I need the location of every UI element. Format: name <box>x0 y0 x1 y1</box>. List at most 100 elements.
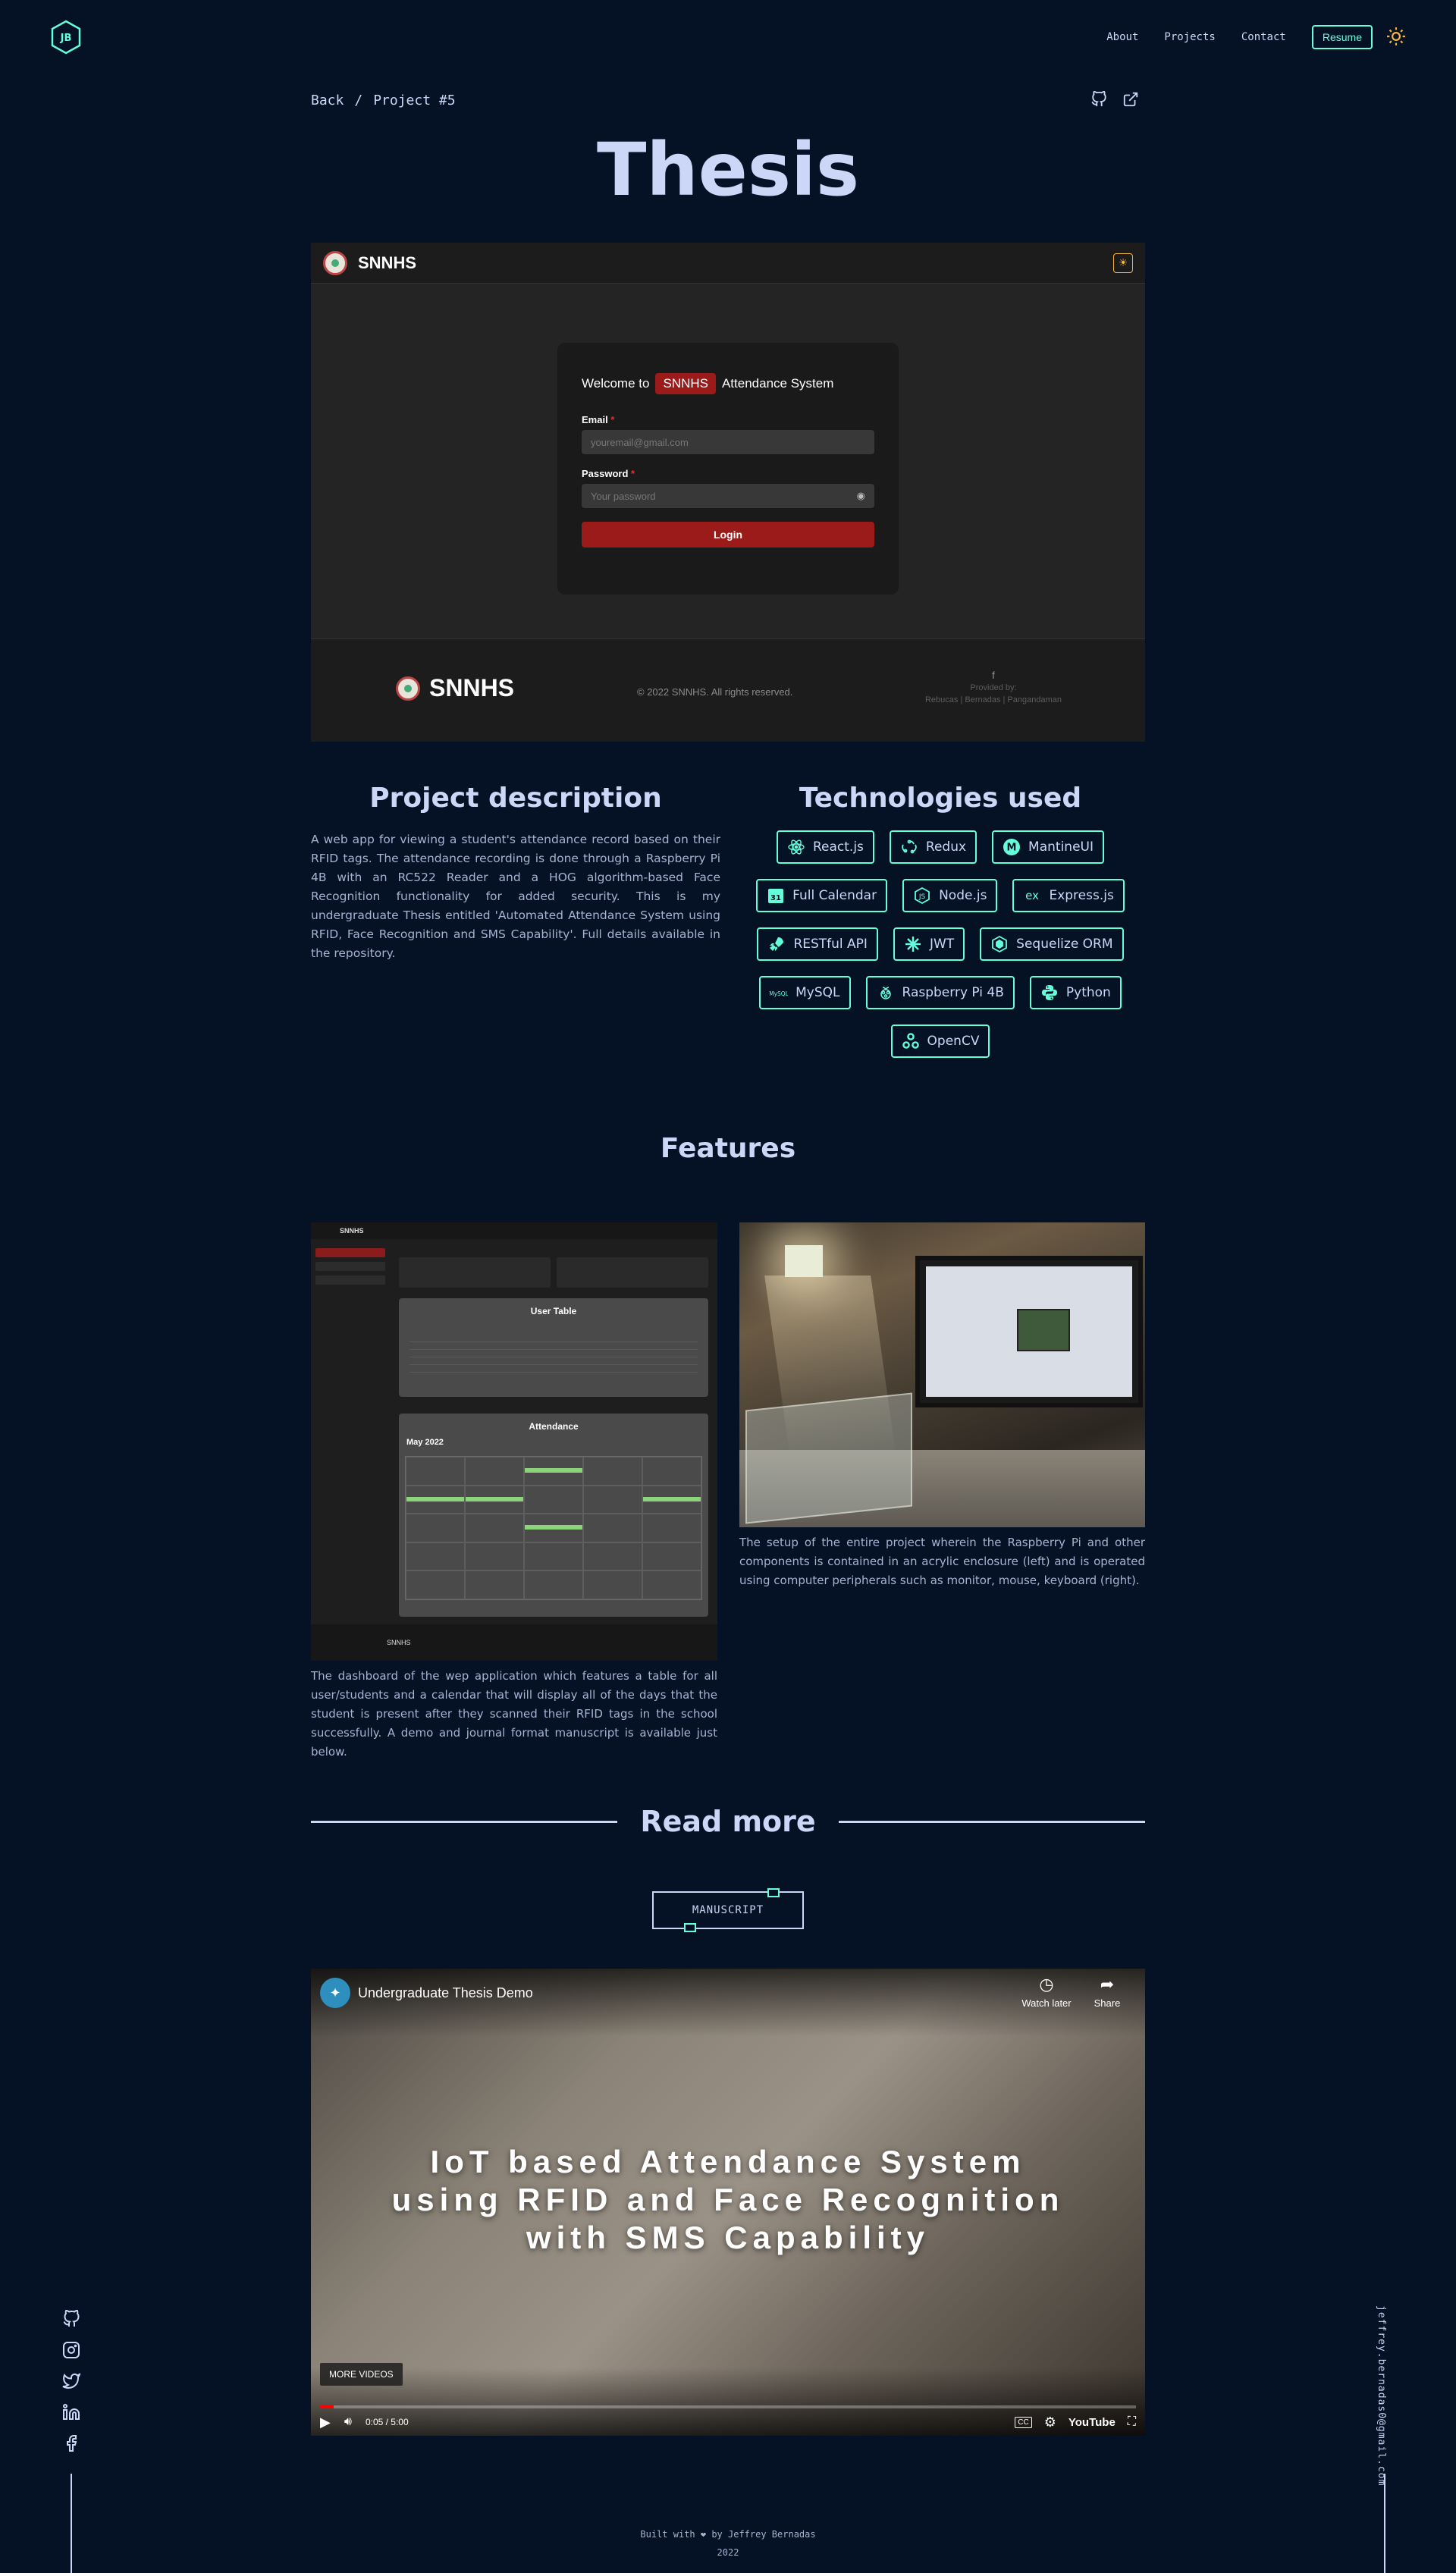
login-title: Welcome to SNNHS Attendance System <box>582 373 874 394</box>
calendar-month: May 2022 <box>406 1438 444 1447</box>
clock-icon: ◷ <box>1039 1975 1054 1994</box>
login-card: Welcome to SNNHS Attendance System Email… <box>557 343 899 595</box>
login-title-badge: SNNHS <box>655 373 716 394</box>
tech-jwt: JWT <box>893 927 965 961</box>
svg-text:M: M <box>1007 843 1017 854</box>
attendance-panel: Attendance May 2022 <box>399 1414 708 1617</box>
top-nav: About Projects Contact Resume <box>1106 25 1373 49</box>
dash-sidebar <box>315 1248 385 1289</box>
manuscript-button[interactable]: MANUSCRIPT <box>652 1888 804 1932</box>
fullscreen-icon[interactable]: ⛶ <box>1128 2415 1136 2429</box>
breadcrumb-back-link[interactable]: Back <box>311 93 344 108</box>
tech-nodejs: JS Node.js <box>902 879 998 912</box>
video-overlay-text: IoT based Attendance System using RFID a… <box>391 2144 1065 2255</box>
nav-link-about[interactable]: About <box>1106 31 1138 43</box>
calendar-icon: 31 <box>768 889 784 903</box>
hero-screenshot: SNNHS ☀ Welcome to SNNHS Attendance Syst… <box>311 243 1145 742</box>
features-heading: Features <box>660 1133 796 1164</box>
svg-text:MySQL: MySQL <box>770 990 788 997</box>
raspberry-pi-icon <box>880 987 891 999</box>
hero-footer-credits: f Provided by: Rebucas | Bernadas | Pang… <box>924 670 1062 704</box>
project-description: Project description A web app for viewin… <box>311 783 720 963</box>
sequelize-icon <box>992 935 1008 953</box>
instagram-icon[interactable] <box>62 2341 80 2359</box>
tech-sequelize: Sequelize ORM <box>980 927 1124 961</box>
password-label: Password * <box>582 468 635 479</box>
svg-text:31: 31 <box>770 894 781 902</box>
opencv-icon <box>902 1033 919 1049</box>
breadcrumb-separator: / <box>354 93 363 108</box>
read-more-section: Read more <box>311 1799 1146 1844</box>
python-icon <box>1041 985 1057 1000</box>
feature-dashboard: SNNHS User Table Attendance May 2022 SNN… <box>311 1222 717 1762</box>
mantine-icon: M <box>1003 839 1021 855</box>
hero-app-footer: SNNHS © 2022 SNNHS. All rights reserved.… <box>311 639 1145 742</box>
setup-photo <box>739 1222 1145 1527</box>
tech-list: React.js Redux M MantineUI 31 Full Calen… <box>736 830 1145 1058</box>
project-links <box>1090 91 1139 108</box>
tech-restful: RESTful API <box>757 927 878 961</box>
site-footer: Built with ❤ by Jeffrey Bernadas 2022 <box>0 2525 1456 2562</box>
hero-app-header: SNNHS ☀ <box>311 243 1145 284</box>
github-icon[interactable] <box>1090 91 1107 108</box>
tech-raspberrypi: Raspberry Pi 4B <box>865 976 1015 1009</box>
school-seal-icon <box>396 676 420 701</box>
captions-button[interactable]: CC <box>1015 2416 1032 2428</box>
nodejs-icon: JS <box>915 886 930 905</box>
jwt-icon <box>905 937 921 952</box>
tech-mantine: M MantineUI <box>992 830 1104 864</box>
share-button[interactable]: ➦ Share <box>1077 1975 1138 2009</box>
share-icon: ➦ <box>1100 1975 1115 1994</box>
hero-brand: SNNHS <box>358 253 417 272</box>
channel-avatar-icon[interactable]: ✦ <box>320 1978 350 2008</box>
dash-stat-card <box>557 1257 708 1288</box>
facebook-small-icon: f <box>992 670 995 681</box>
read-more-heading: Read more <box>640 1805 816 1838</box>
user-table-panel: User Table <box>399 1298 708 1397</box>
logo-icon[interactable]: JB <box>50 20 82 55</box>
description-text: A web app for viewing a student's attend… <box>311 833 720 960</box>
dash-stat-card <box>399 1257 551 1288</box>
twitter-icon[interactable] <box>62 2372 80 2390</box>
svg-text:JS: JS <box>918 893 926 901</box>
youtube-embed[interactable]: ✦ Undergraduate Thesis Demo ◷ Watch later… <box>311 1969 1145 2436</box>
eye-icon: ◉ <box>856 490 865 501</box>
footer-credit: Built with ❤ by Jeffrey Bernadas <box>640 2529 816 2540</box>
nav-link-contact[interactable]: Contact <box>1241 31 1286 43</box>
description-heading: Project description <box>369 783 662 814</box>
tech-react: React.js <box>776 830 874 864</box>
technologies-heading: Technologies used <box>799 783 1082 814</box>
more-videos-button[interactable]: MORE VIDEOS <box>320 2363 403 2386</box>
github-icon[interactable] <box>62 2310 80 2328</box>
facebook-icon[interactable] <box>62 2434 80 2452</box>
divider <box>838 1820 1146 1823</box>
video-progress-bar[interactable] <box>320 2405 1136 2408</box>
sun-icon[interactable] <box>1386 27 1406 46</box>
hero-footer-copyright: © 2022 SNNHS. All rights reserved. <box>637 686 793 698</box>
technologies-used: Technologies used React.js Redux M Manti… <box>736 783 1145 1058</box>
user-table-title: User Table <box>530 1306 577 1316</box>
linkedin-icon[interactable] <box>62 2403 80 2421</box>
video-time: 0:05 / 5:00 <box>365 2417 409 2427</box>
school-seal-icon <box>323 250 347 275</box>
resume-button[interactable]: Resume <box>1311 25 1373 49</box>
youtube-logo[interactable]: YouTube <box>1068 2416 1116 2429</box>
breadcrumb: Back / Project #5 <box>311 93 456 108</box>
rocket-icon <box>770 937 784 951</box>
settings-gear-icon[interactable]: ⚙ <box>1044 2415 1056 2430</box>
volume-icon[interactable]: 🔊︎ <box>344 2415 352 2429</box>
email-label: Email * <box>582 414 615 425</box>
breadcrumb-current: Project #5 <box>373 93 456 108</box>
nav-link-projects[interactable]: Projects <box>1164 31 1215 43</box>
watch-later-button[interactable]: ◷ Watch later <box>1016 1975 1077 2009</box>
play-icon[interactable]: ▶ <box>320 2415 331 2430</box>
express-icon: ex <box>1026 889 1040 902</box>
video-title[interactable]: Undergraduate Thesis Demo <box>358 1985 533 2001</box>
react-icon <box>788 839 805 855</box>
password-placeholder: Your password <box>591 490 656 502</box>
dash-footer: SNNHS <box>311 1624 717 1661</box>
page-title: Thesis <box>596 127 860 212</box>
external-link-icon[interactable] <box>1122 91 1139 108</box>
email-link[interactable]: jeffrey.bernadas0@gmail.com <box>1376 2305 1387 2486</box>
setup-caption: The setup of the entire project wherein … <box>739 1536 1145 1587</box>
